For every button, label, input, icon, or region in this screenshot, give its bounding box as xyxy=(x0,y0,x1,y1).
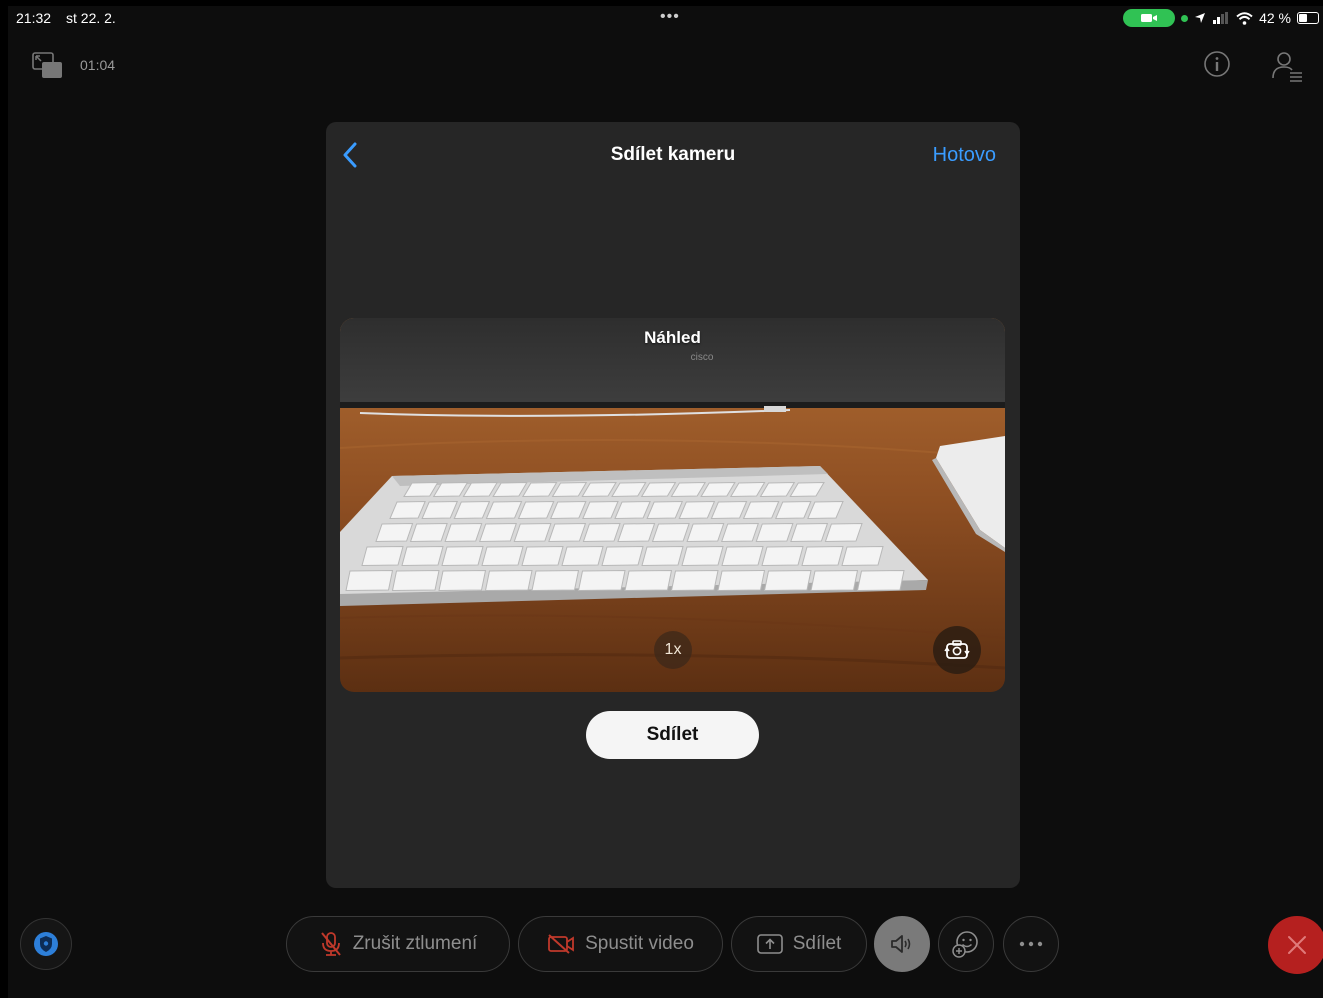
camera-preview: cisco Náhled 1x xyxy=(340,318,1005,692)
picture-in-picture-icon[interactable] xyxy=(32,52,64,85)
start-video-label: Spustit video xyxy=(585,933,694,954)
share-camera-dialog: Sdílet kameru Hotovo cisco Náhled 1x Sdí… xyxy=(326,122,1020,888)
microphone-muted-icon xyxy=(320,932,341,956)
security-button[interactable] xyxy=(20,918,72,970)
info-icon[interactable] xyxy=(1203,50,1231,83)
svg-text:cisco: cisco xyxy=(691,352,714,363)
share-screen-icon xyxy=(756,934,783,954)
status-indicators: 42 % xyxy=(1123,9,1319,27)
share-button[interactable]: Sdílet xyxy=(731,916,867,972)
unmute-button[interactable]: Zrušit ztlumení xyxy=(286,916,510,972)
speaker-button[interactable] xyxy=(874,916,930,972)
share-camera-button[interactable]: Sdílet xyxy=(586,711,759,759)
reactions-button[interactable] xyxy=(938,916,994,972)
speaker-icon xyxy=(891,935,911,953)
emoji-add-icon xyxy=(952,931,978,958)
share-label: Sdílet xyxy=(792,933,842,954)
flip-camera-icon xyxy=(944,640,970,659)
cellular-signal-icon xyxy=(1213,12,1229,24)
status-date: st 22. 2. xyxy=(66,10,116,26)
video-off-icon xyxy=(548,934,574,954)
more-dots-icon xyxy=(1019,941,1043,947)
battery-percent: 42 % xyxy=(1259,10,1291,26)
meeting-controls-bar: Zrušit ztlumení Spustit video Sdílet xyxy=(8,914,1323,974)
end-call-button[interactable] xyxy=(1268,916,1323,974)
multitasking-dots[interactable]: ••• xyxy=(660,8,680,26)
mic-indicator-dot xyxy=(1181,14,1189,22)
preview-label: Náhled xyxy=(644,328,701,347)
start-video-button[interactable]: Spustit video xyxy=(518,916,723,972)
dialog-title: Sdílet kameru xyxy=(610,144,736,165)
unmute-label: Zrušit ztlumení xyxy=(352,933,478,954)
status-bar: 21:32 st 22. 2. ••• 42 % xyxy=(8,6,1323,30)
flip-camera-button[interactable] xyxy=(933,626,981,674)
ipad-screen: 21:32 st 22. 2. ••• 42 % 01:04 Sdílet ka… xyxy=(8,6,1323,998)
more-options-button[interactable] xyxy=(1003,916,1059,972)
done-button[interactable]: Hotovo xyxy=(933,144,996,167)
video-camera-icon xyxy=(1141,14,1158,22)
meeting-top-bar: 01:04 xyxy=(32,50,1303,90)
meeting-timer: 01:04 xyxy=(80,57,116,73)
status-time: 21:32 xyxy=(16,10,52,26)
battery-icon xyxy=(1297,12,1319,24)
wifi-icon xyxy=(1236,11,1253,25)
shield-icon xyxy=(34,932,58,956)
camera-in-use-indicator xyxy=(1123,9,1176,27)
zoom-button[interactable]: 1x xyxy=(654,631,692,669)
location-arrow-icon xyxy=(1195,13,1206,23)
participants-icon[interactable] xyxy=(1271,50,1303,87)
close-icon xyxy=(1288,936,1306,954)
